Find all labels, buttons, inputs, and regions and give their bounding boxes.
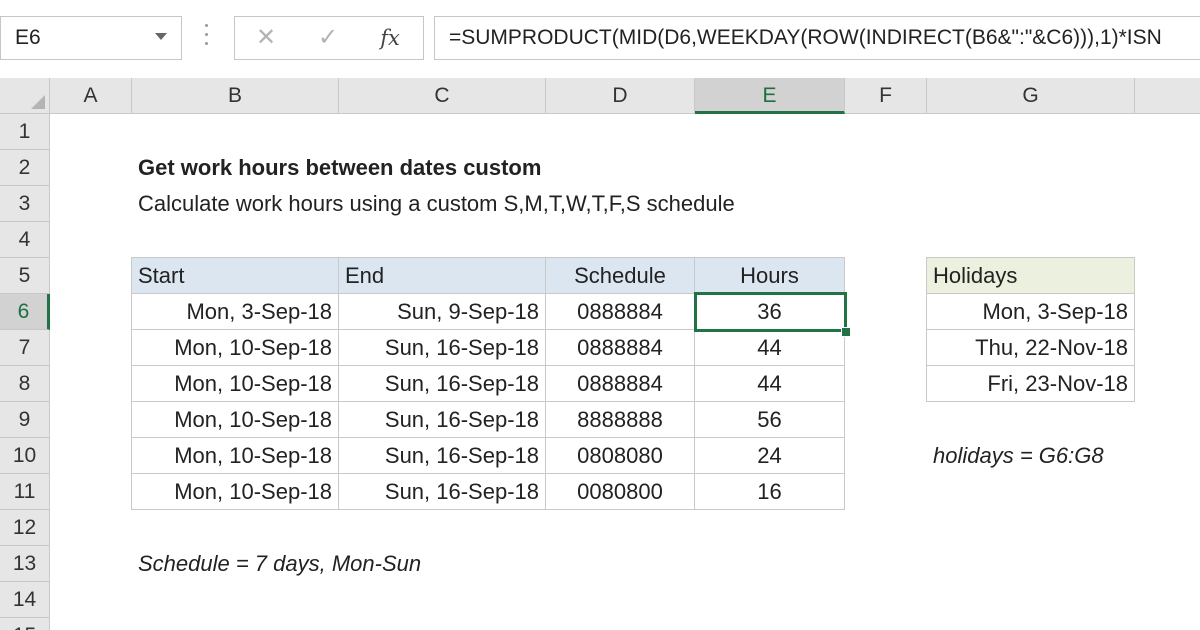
holiday-cell[interactable]: Mon, 3-Sep-18 [927, 294, 1135, 330]
row-header-13[interactable]: 13 [0, 546, 50, 582]
holidays-named-range-note[interactable]: holidays = G6:G8 [927, 438, 1187, 474]
table-cell-end[interactable]: Sun, 16-Sep-18 [339, 366, 546, 402]
formula-buttons: ✕ ✓ fx [234, 16, 424, 60]
row-header-8[interactable]: 8 [0, 366, 50, 402]
header-hours[interactable]: Hours [695, 258, 845, 294]
table-cell-start[interactable]: Mon, 10-Sep-18 [132, 366, 339, 402]
table-cell-end[interactable]: Sun, 16-Sep-18 [339, 402, 546, 438]
fill-handle[interactable] [841, 327, 851, 337]
row-header-4[interactable]: 4 [0, 222, 50, 258]
table-cell-start[interactable]: Mon, 10-Sep-18 [132, 330, 339, 366]
column-header-a[interactable]: A [50, 78, 132, 114]
table-cell-hours[interactable]: 16 [695, 474, 845, 510]
holiday-cell[interactable]: Fri, 23-Nov-18 [927, 366, 1135, 402]
row-header-7[interactable]: 7 [0, 330, 50, 366]
row-header-9[interactable]: 9 [0, 402, 50, 438]
table-cell-hours[interactable]: 44 [695, 366, 845, 402]
table-cell-start[interactable]: Mon, 10-Sep-18 [132, 438, 339, 474]
column-header-b[interactable]: B [132, 78, 339, 114]
row-header-14[interactable]: 14 [0, 582, 50, 618]
table-cell-schedule[interactable]: 0888884 [546, 330, 695, 366]
table-cell-hours[interactable]: 36 [695, 294, 845, 330]
row-header-1[interactable]: 1 [0, 114, 50, 150]
row-header-6[interactable]: 6 [0, 294, 50, 330]
schedule-note[interactable]: Schedule = 7 days, Mon-Sun [132, 546, 532, 582]
header-schedule[interactable]: Schedule [546, 258, 695, 294]
enter-icon[interactable]: ✓ [301, 17, 355, 59]
row-header-5[interactable]: 5 [0, 258, 50, 294]
name-box[interactable]: E6 [0, 16, 182, 60]
table-cell-hours[interactable]: 44 [695, 330, 845, 366]
row-header-10[interactable]: 10 [0, 438, 50, 474]
cancel-icon[interactable]: ✕ [239, 17, 293, 59]
row-header-11[interactable]: 11 [0, 474, 50, 510]
formula-text: =SUMPRODUCT(MID(D6,WEEKDAY(ROW(INDIRECT(… [449, 26, 1162, 49]
name-box-value: E6 [15, 26, 41, 49]
table-cell-end[interactable]: Sun, 16-Sep-18 [339, 474, 546, 510]
holidays-header[interactable]: Holidays [927, 258, 1135, 294]
chevron-down-icon[interactable] [155, 33, 167, 40]
table-cell-schedule[interactable]: 8888888 [546, 402, 695, 438]
table-cell-end[interactable]: Sun, 16-Sep-18 [339, 438, 546, 474]
spreadsheet-grid: A B C D E F G 1 2 3 4 5 6 7 8 9 10 11 12… [0, 78, 1200, 630]
table-cell-start[interactable]: Mon, 10-Sep-18 [132, 402, 339, 438]
row-header-3[interactable]: 3 [0, 186, 50, 222]
header-start[interactable]: Start [132, 258, 339, 294]
table-cell-start[interactable]: Mon, 10-Sep-18 [132, 474, 339, 510]
table-cell-hours[interactable]: 24 [695, 438, 845, 474]
table-cell-schedule[interactable]: 0888884 [546, 294, 695, 330]
table-cell-hours[interactable]: 56 [695, 402, 845, 438]
select-all-button[interactable] [0, 78, 50, 114]
row-header-12[interactable]: 12 [0, 510, 50, 546]
formula-bar-area: E6 ✕ ✓ fx =SUMPRODUCT(MID(D6,WEEKDAY(ROW… [0, 0, 1200, 79]
select-all-icon [31, 95, 45, 109]
sheet-subtitle[interactable]: Calculate work hours using a custom S,M,… [132, 186, 832, 222]
table-cell-start[interactable]: Mon, 3-Sep-18 [132, 294, 339, 330]
drag-grip-icon[interactable] [205, 24, 209, 54]
column-header-d[interactable]: D [546, 78, 695, 114]
table-cell-schedule[interactable]: 0888884 [546, 366, 695, 402]
insert-function-icon[interactable]: fx [363, 17, 417, 59]
column-header-f[interactable]: F [845, 78, 927, 114]
column-header-c[interactable]: C [339, 78, 546, 114]
table-cell-end[interactable]: Sun, 9-Sep-18 [339, 294, 546, 330]
sheet-title[interactable]: Get work hours between dates custom [132, 150, 632, 186]
column-header-e[interactable]: E [695, 78, 845, 114]
table-cell-schedule[interactable]: 0808080 [546, 438, 695, 474]
table-cell-schedule[interactable]: 0080800 [546, 474, 695, 510]
holiday-cell[interactable]: Thu, 22-Nov-18 [927, 330, 1135, 366]
column-header-h[interactable] [1135, 78, 1200, 114]
formula-input[interactable]: =SUMPRODUCT(MID(D6,WEEKDAY(ROW(INDIRECT(… [434, 16, 1200, 60]
row-header-15[interactable]: 15 [0, 618, 50, 630]
header-end[interactable]: End [339, 258, 546, 294]
column-header-g[interactable]: G [927, 78, 1135, 114]
table-cell-end[interactable]: Sun, 16-Sep-18 [339, 330, 546, 366]
row-header-2[interactable]: 2 [0, 150, 50, 186]
